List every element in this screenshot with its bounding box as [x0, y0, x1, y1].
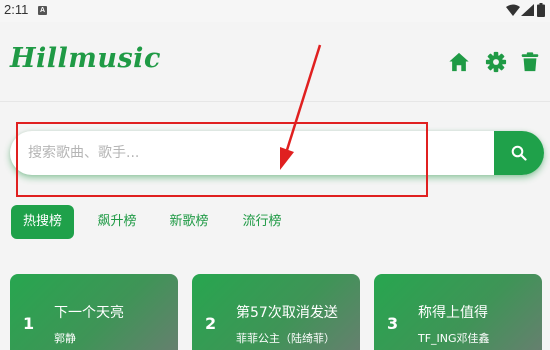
song-card[interactable]: 3 称得上值得 TF_ING邓佳鑫: [374, 274, 542, 350]
search-input[interactable]: [10, 131, 494, 175]
home-button[interactable]: [448, 51, 470, 73]
status-time: 2:11: [4, 2, 29, 17]
tab-popular[interactable]: 流行榜: [230, 205, 294, 239]
gear-icon: [485, 51, 507, 73]
tab-hot-search[interactable]: 热搜榜: [11, 205, 74, 239]
search-button[interactable]: [494, 131, 544, 175]
song-title: 第57次取消发送: [236, 305, 338, 321]
notification-icon: A: [38, 6, 47, 15]
song-artist: 菲菲公主（陆绮菲）: [236, 332, 335, 345]
tab-rising[interactable]: 飙升榜: [85, 205, 149, 239]
battery-icon: [537, 3, 545, 17]
song-rank: 2: [205, 314, 217, 333]
app-header: Hillmusic: [0, 22, 550, 102]
song-artist: 郭静: [54, 332, 76, 345]
app-logo: Hillmusic: [10, 43, 161, 74]
delete-button[interactable]: [519, 51, 541, 73]
song-rank: 3: [387, 314, 399, 333]
settings-button[interactable]: [485, 51, 507, 73]
song-title: 下一个天亮: [54, 305, 124, 321]
trash-icon: [521, 52, 539, 72]
song-title: 称得上值得: [418, 305, 488, 321]
song-rank: 1: [23, 314, 35, 333]
tab-new-songs[interactable]: 新歌榜: [157, 205, 221, 239]
wifi-icon: [506, 4, 520, 16]
song-card[interactable]: 1 下一个天亮 郭静: [10, 274, 178, 350]
status-bar: 2:11 A: [0, 0, 550, 22]
song-artist: TF_ING邓佳鑫: [418, 332, 490, 345]
search-icon: [511, 145, 527, 161]
search-box: [10, 131, 544, 175]
song-card[interactable]: 2 第57次取消发送 菲菲公主（陆绮菲）: [192, 274, 360, 350]
home-icon: [449, 52, 469, 72]
signal-icon: [521, 4, 534, 16]
